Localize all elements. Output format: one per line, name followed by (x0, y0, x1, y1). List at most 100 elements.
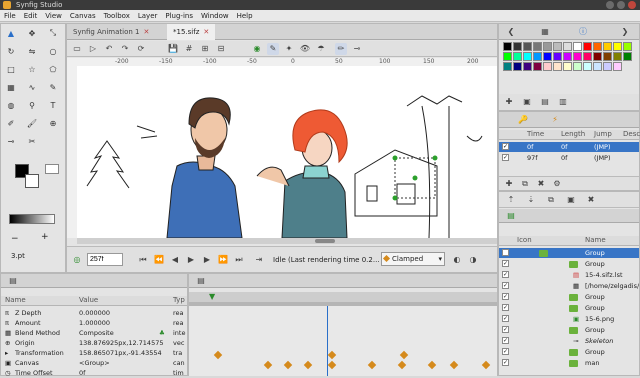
palette-swatch[interactable] (563, 62, 572, 71)
save-palette-icon[interactable]: ▤ (539, 96, 551, 108)
snap-icon[interactable]: ⊞ (199, 43, 211, 55)
layer-row[interactable]: ✓ ▤ 15-4.sifz.lst (499, 270, 639, 280)
undo-icon[interactable]: ↶ (103, 43, 115, 55)
text-tool-icon[interactable]: T (46, 98, 60, 112)
fill-color-swatch[interactable] (25, 174, 39, 188)
palette-swatch[interactable] (533, 62, 542, 71)
render-icon[interactable]: ▭ (71, 43, 83, 55)
forward-icon[interactable]: ❯ (619, 26, 631, 38)
palette-swatch[interactable] (573, 42, 582, 51)
add-keyframe-icon[interactable]: ✚ (503, 178, 515, 190)
cutout-tool-icon[interactable]: ✂ (25, 134, 39, 148)
palette-swatch[interactable] (523, 42, 532, 51)
close-tab-icon[interactable]: ✕ (203, 28, 209, 36)
palette-swatch[interactable] (583, 62, 592, 71)
layer-row[interactable]: ✓ Group (499, 347, 639, 357)
draw-tool-icon[interactable]: ✎ (46, 80, 60, 94)
play-icon[interactable]: ▶ (185, 254, 197, 266)
layer-row[interactable]: ✓▦[/home/zelgadis/... (499, 281, 639, 291)
palette-swatch[interactable] (593, 62, 602, 71)
grid-icon[interactable]: # (183, 43, 195, 55)
seek-begin-icon[interactable]: ⏮ (137, 254, 149, 266)
param-row[interactable]: ▣ Canvas <Group> can (1, 358, 187, 368)
param-row[interactable]: ◷ Time Offset 0f tim (1, 368, 187, 378)
palette-swatch[interactable] (553, 52, 562, 61)
param-row[interactable]: ⊕ Origin 138.876925px,12.714575 vec (1, 338, 187, 348)
keyframes-tab-icon[interactable]: 🔑 (517, 114, 529, 126)
palette-swatch[interactable] (603, 42, 612, 51)
seek-end-icon[interactable]: ⏭ (233, 254, 245, 266)
show-ducks-icon[interactable]: ✦ (283, 43, 295, 55)
menu-help[interactable]: Help (233, 10, 257, 22)
palette-swatch[interactable] (533, 42, 542, 51)
palette-swatch[interactable] (623, 42, 632, 51)
palette-swatch[interactable] (613, 42, 622, 51)
scale-tool-icon[interactable]: ⤡ (46, 26, 60, 40)
param-row[interactable]: ▦ Blend Method Composite ♣ inte (1, 328, 187, 338)
brush-mode-icon[interactable]: ✏ (335, 43, 347, 55)
layer-row[interactable]: ✓ Group (499, 303, 639, 313)
param-row[interactable]: π Amount 1.000000 rea (1, 318, 187, 328)
palette-swatch[interactable] (603, 62, 612, 71)
next-keyframe-icon[interactable]: ⏩ (217, 254, 229, 266)
palette-swatch[interactable] (523, 52, 532, 61)
interpolation-select[interactable]: Clamped ▾ (381, 252, 445, 266)
star-tool-icon[interactable]: ☆ (25, 62, 39, 76)
color-reset-icon[interactable] (45, 164, 59, 174)
minimize-button[interactable] (606, 1, 614, 9)
layer-row[interactable]: ✓ ▣ 15-6.png (499, 314, 639, 324)
palette-swatch[interactable] (613, 52, 622, 61)
layer-delete-icon[interactable]: ✖ (585, 194, 597, 206)
palette-swatch[interactable] (563, 52, 572, 61)
palette-swatch[interactable] (523, 62, 532, 71)
palette-swatch[interactable] (593, 42, 602, 51)
palette-grid[interactable] (503, 42, 637, 92)
gradient-tool-icon[interactable]: ▦ (4, 80, 18, 94)
layer-encapsulate-icon[interactable]: ▣ (565, 194, 577, 206)
timetrack-area[interactable] (189, 306, 497, 376)
eyedrop-tool-icon[interactable]: ⚲ (25, 98, 39, 112)
layer-lower-icon[interactable]: ⇣ (525, 194, 537, 206)
animation-mode-icon[interactable]: ◎ (71, 254, 83, 266)
redo-icon[interactable]: ↷ (119, 43, 131, 55)
remove-keyframe-icon[interactable]: ✖ (535, 178, 547, 190)
horizontal-scrollbar[interactable] (77, 238, 497, 244)
menu-canvas[interactable]: Canvas (66, 10, 100, 22)
show-view-icon[interactable]: 👁 (299, 43, 311, 55)
menu-toolbox[interactable]: Toolbox (100, 10, 134, 22)
tab-synfig-animation[interactable]: Synfig Animation 1 ✕ (67, 24, 155, 40)
decrease-size-icon[interactable]: − (11, 234, 19, 244)
fill-tool-icon[interactable]: ◍ (4, 98, 18, 112)
circle-tool-icon[interactable]: ○ (46, 44, 60, 58)
keyframe-lock-icon[interactable]: ◐ (451, 254, 463, 266)
bone-tool-icon[interactable]: ⊸ (4, 134, 18, 148)
rotate-tool-icon[interactable]: ↻ (4, 44, 18, 58)
preview-icon[interactable]: ▷ (87, 43, 99, 55)
palette-swatch[interactable] (503, 52, 512, 61)
palette-swatch[interactable] (503, 62, 512, 71)
layer-duplicate-icon[interactable]: ⧉ (545, 194, 557, 206)
menu-edit[interactable]: Edit (20, 10, 42, 22)
tab-15-sifz[interactable]: *15.sifz ✕ (167, 24, 216, 40)
add-color-icon[interactable]: ✚ (503, 96, 515, 108)
layer-row[interactable]: ✓ Group (499, 292, 639, 302)
prev-frame-icon[interactable]: ◀ (169, 254, 181, 266)
param-row[interactable]: ▸ Transformation 158.865071px,-91.43554 tra (1, 348, 187, 358)
bone-mode-icon[interactable]: ⊸ (351, 43, 363, 55)
polygon-tool-icon[interactable]: ⬠ (46, 62, 60, 76)
palette-swatch[interactable] (543, 42, 552, 51)
palette-swatch[interactable] (613, 62, 622, 71)
menu-view[interactable]: View (41, 10, 66, 22)
palette-swatch[interactable] (583, 42, 592, 51)
layer-row[interactable]: ✓ Group (499, 259, 639, 269)
palette-swatch[interactable] (573, 52, 582, 61)
zoom-tool-icon[interactable]: ⊕ (46, 116, 60, 130)
palette-swatch[interactable] (583, 52, 592, 61)
layer-row[interactable]: ✓ Group (499, 248, 639, 258)
palette-swatch[interactable] (573, 62, 582, 71)
palette-swatch[interactable] (513, 52, 522, 61)
palette-swatch[interactable] (543, 62, 552, 71)
draft-mode-icon[interactable]: ✎ (267, 43, 279, 55)
open-palette-icon[interactable]: ▣ (521, 96, 533, 108)
menu-window[interactable]: Window (197, 10, 233, 22)
